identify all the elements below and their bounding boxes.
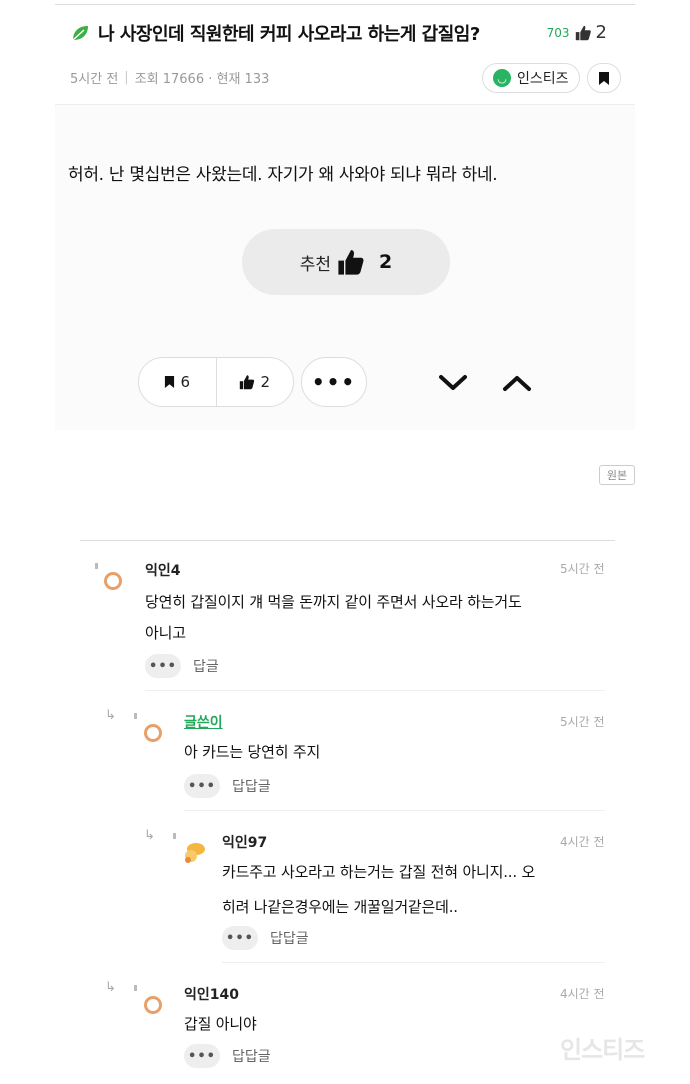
like-button[interactable]: 2 — [215, 358, 294, 406]
recommend-label: 추천 — [299, 254, 332, 275]
post-meta: 5시간 전 | 조회 17666 · 현재 133 — [70, 68, 269, 87]
like-button-count: 2 — [260, 373, 271, 391]
next-post-button[interactable] — [435, 365, 471, 401]
comment-actions: ••• 답답글 — [184, 1044, 271, 1068]
comment-text: 당연히 갑질이지 걔 먹을 돈까지 같이 주면서 사오라 하는거도 — [145, 593, 522, 611]
avatar — [185, 843, 205, 863]
avatar — [104, 572, 122, 590]
comment-more-button[interactable]: ••• — [184, 1044, 220, 1068]
comment-author-op[interactable]: 글쓴이 — [184, 712, 223, 732]
bookmark-count: 6 — [180, 373, 191, 391]
reply-button[interactable]: 답글 — [193, 656, 219, 676]
comment-actions: ••• 답글 — [145, 654, 219, 678]
comment-actions: ••• 답답글 — [222, 926, 309, 950]
divider — [55, 4, 635, 5]
recommend-button[interactable]: 추천 2 — [242, 229, 450, 295]
reply-button[interactable]: 답답글 — [232, 1046, 271, 1066]
reply-button[interactable]: 답답글 — [232, 776, 271, 796]
comment-text: 아 카드는 당연히 주지 — [184, 743, 321, 761]
reply-arrow-icon: ↳ — [105, 708, 116, 723]
comment-author[interactable]: 익인4 — [145, 560, 181, 580]
comment-more-button[interactable]: ••• — [222, 926, 258, 950]
comment-text-continued: 히려 나같은경우에는 개꿀일거같은데.. — [222, 898, 458, 916]
comment-more-button[interactable]: ••• — [145, 654, 181, 678]
watermark: 인스티즈 — [560, 1036, 645, 1064]
reply-arrow-icon: ↳ — [144, 828, 155, 843]
level-dot — [95, 563, 98, 569]
level-dot — [134, 985, 137, 991]
comment-text: 카드주고 사오라고 하는거는 갑질 전혀 아니지... 오 — [222, 863, 536, 881]
comment-divider — [145, 690, 605, 691]
meta-separator: | — [124, 70, 129, 85]
comment-time: 5시간 전 — [560, 715, 605, 729]
like-count: 2 — [595, 22, 607, 43]
avatar — [144, 724, 162, 742]
source-chip-label: 인스티즈 — [517, 71, 569, 87]
title-meta: 703 2 — [547, 22, 607, 43]
comment-count: 703 — [546, 25, 570, 40]
smile-icon: ◡ — [493, 69, 511, 87]
comment-actions: ••• 답답글 — [184, 774, 271, 798]
comment-time: 4시간 전 — [560, 987, 605, 1001]
thumbs-up-icon — [575, 25, 591, 40]
source-chip[interactable]: ◡ 인스티즈 — [482, 63, 580, 93]
bookmark-icon — [599, 71, 609, 85]
comments-divider — [80, 540, 615, 541]
thumbs-up-icon — [338, 250, 364, 275]
title-row: 나 사장인데 직원한테 커피 사오라고 하는게 갑질임? — [70, 20, 480, 46]
level-dot — [134, 713, 137, 719]
reply-button[interactable]: 답답글 — [270, 928, 309, 948]
original-tag[interactable]: 원본 — [599, 465, 635, 485]
post-title[interactable]: 나 사장인데 직원한테 커피 사오라고 하는게 갑질임? — [98, 20, 480, 46]
bookmark-button[interactable] — [587, 63, 621, 93]
post-actions: 6 2 — [138, 357, 294, 407]
leaf-icon — [72, 26, 88, 41]
comment-more-button[interactable]: ••• — [184, 774, 220, 798]
comment-divider — [184, 810, 605, 811]
comment-divider — [222, 962, 605, 963]
comment-author[interactable]: 익인140 — [184, 984, 239, 1004]
comment-text: 갑질 아니야 — [184, 1015, 257, 1033]
recommend-count: 2 — [379, 251, 393, 273]
post-time: 5시간 전 — [70, 72, 119, 87]
chevron-down-icon — [439, 375, 467, 390]
comment-author[interactable]: 익인97 — [222, 832, 267, 852]
more-button[interactable]: ••• — [301, 357, 367, 407]
chevron-up-icon — [503, 376, 531, 391]
comment-text-continued: 아니고 — [145, 624, 186, 642]
bookmark-icon — [165, 376, 175, 388]
bookmark-count-button[interactable]: 6 — [139, 358, 216, 406]
comment-time: 5시간 전 — [560, 562, 605, 576]
thumbs-up-icon — [240, 375, 255, 390]
post-content: 허허. 난 몇십번은 사왔는데. 자기가 왜 사와야 되냐 뭐라 하네. — [68, 165, 498, 185]
comment-time: 4시간 전 — [560, 835, 605, 849]
post-header: 나 사장인데 직원한테 커피 사오라고 하는게 갑질임? 703 2 5시간 전… — [55, 0, 635, 105]
level-dot — [173, 833, 176, 839]
reply-arrow-icon: ↳ — [105, 980, 116, 995]
avatar — [144, 996, 162, 1014]
prev-post-button[interactable] — [499, 365, 535, 401]
post-body: 허허. 난 몇십번은 사왔는데. 자기가 왜 사와야 되냐 뭐라 하네. 추천 … — [55, 105, 635, 430]
post-views: 조회 17666 · 현재 133 — [134, 72, 270, 87]
